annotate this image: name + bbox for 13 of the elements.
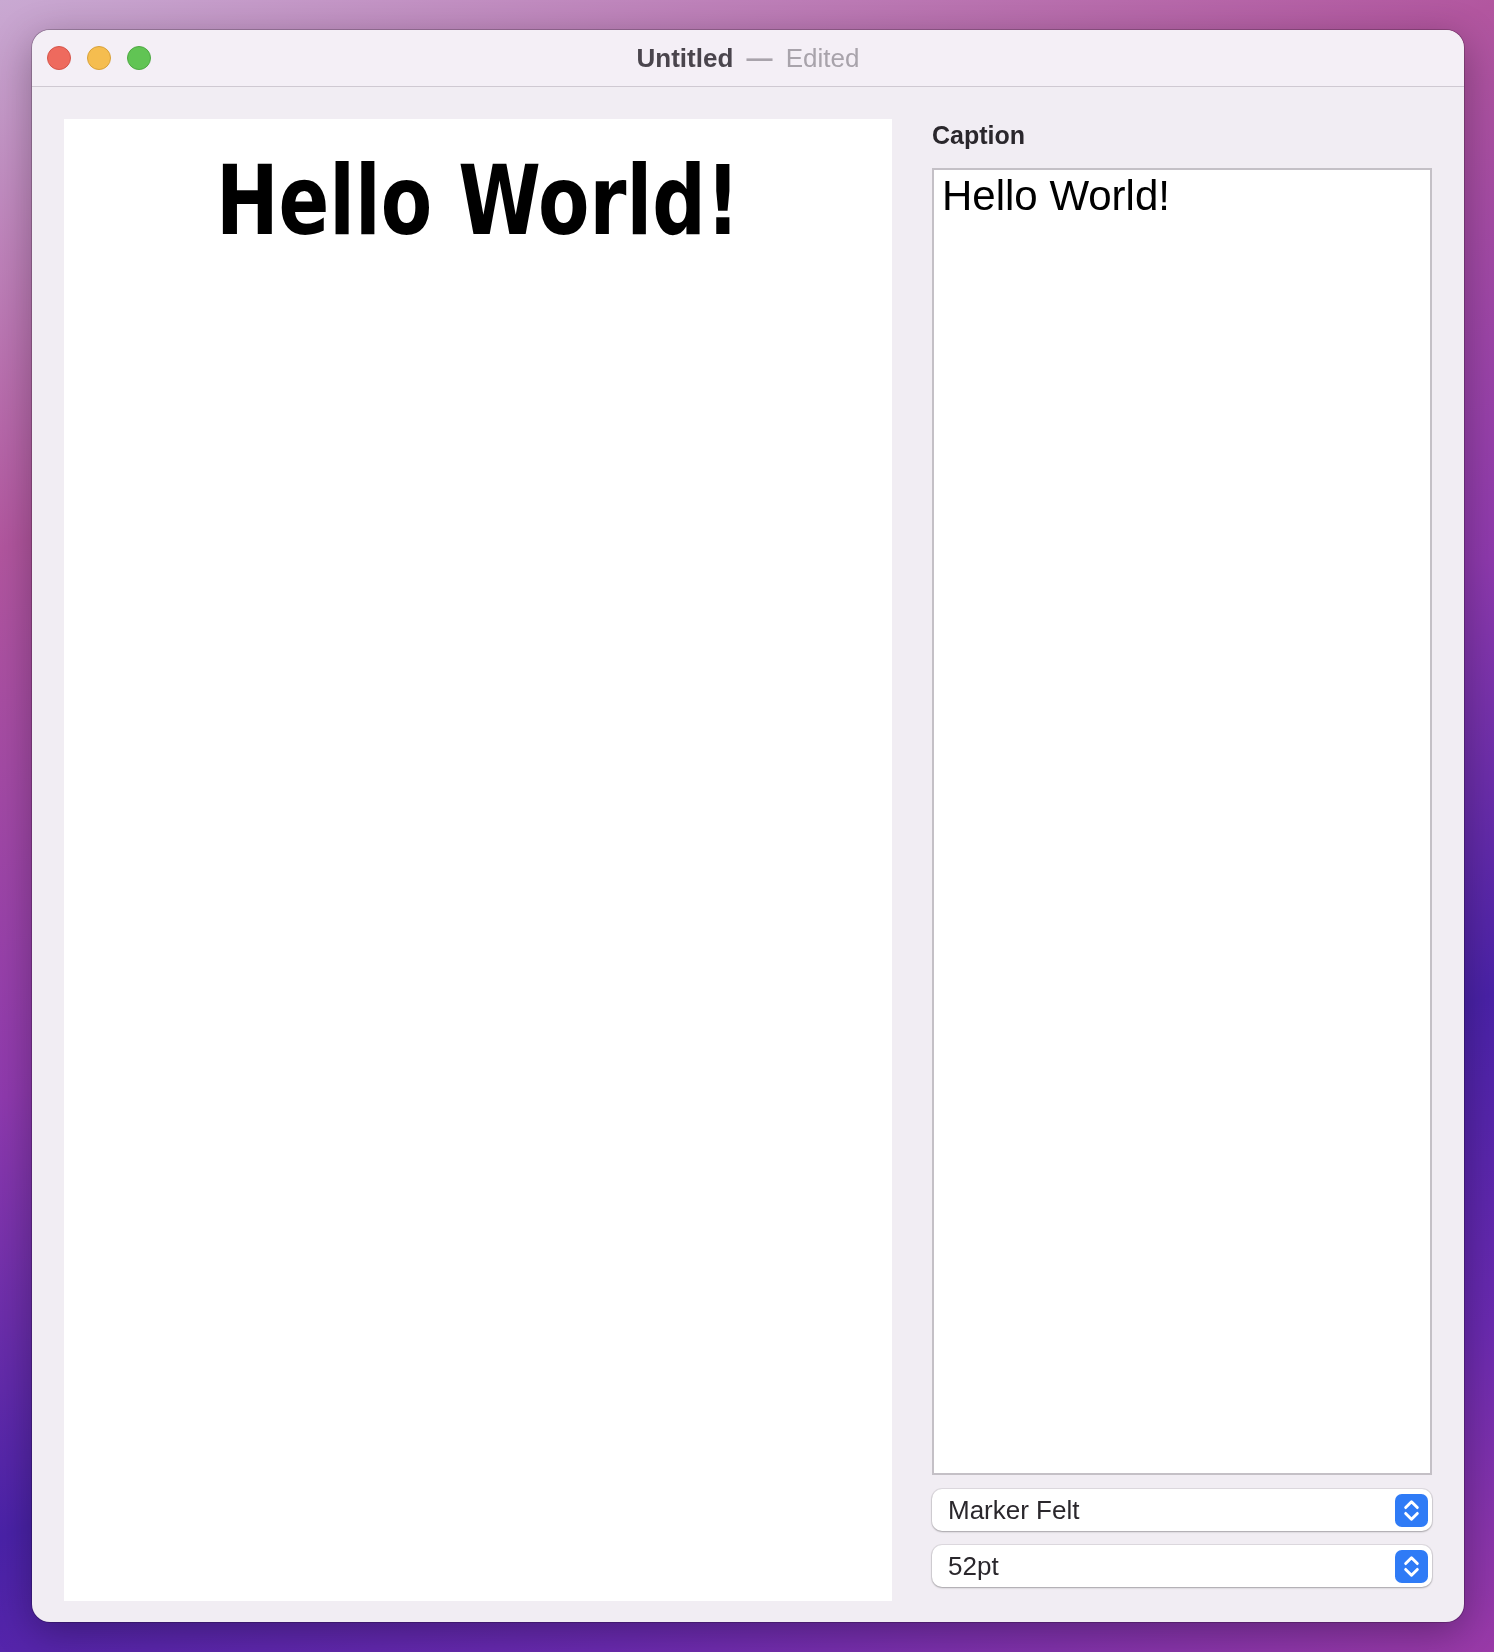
minimize-icon[interactable] <box>87 46 111 70</box>
close-icon[interactable] <box>47 46 71 70</box>
edited-status: Edited <box>785 42 860 73</box>
popup-button[interactable]: 52pt <box>932 1545 1432 1587</box>
stepper-chevrons-icon <box>1395 1493 1428 1527</box>
zoom-icon[interactable] <box>127 46 151 70</box>
window-title: Untitled <box>636 42 734 73</box>
caption-field[interactable]: Hello World! <box>932 168 1432 1475</box>
caption-label: Caption <box>932 121 1027 150</box>
preview-text: Hello World! <box>216 149 740 255</box>
stepper-chevrons-icon <box>1395 1549 1428 1583</box>
popup-button[interactable]: Marker Felt <box>932 1489 1432 1531</box>
title-separator: — <box>746 42 773 73</box>
